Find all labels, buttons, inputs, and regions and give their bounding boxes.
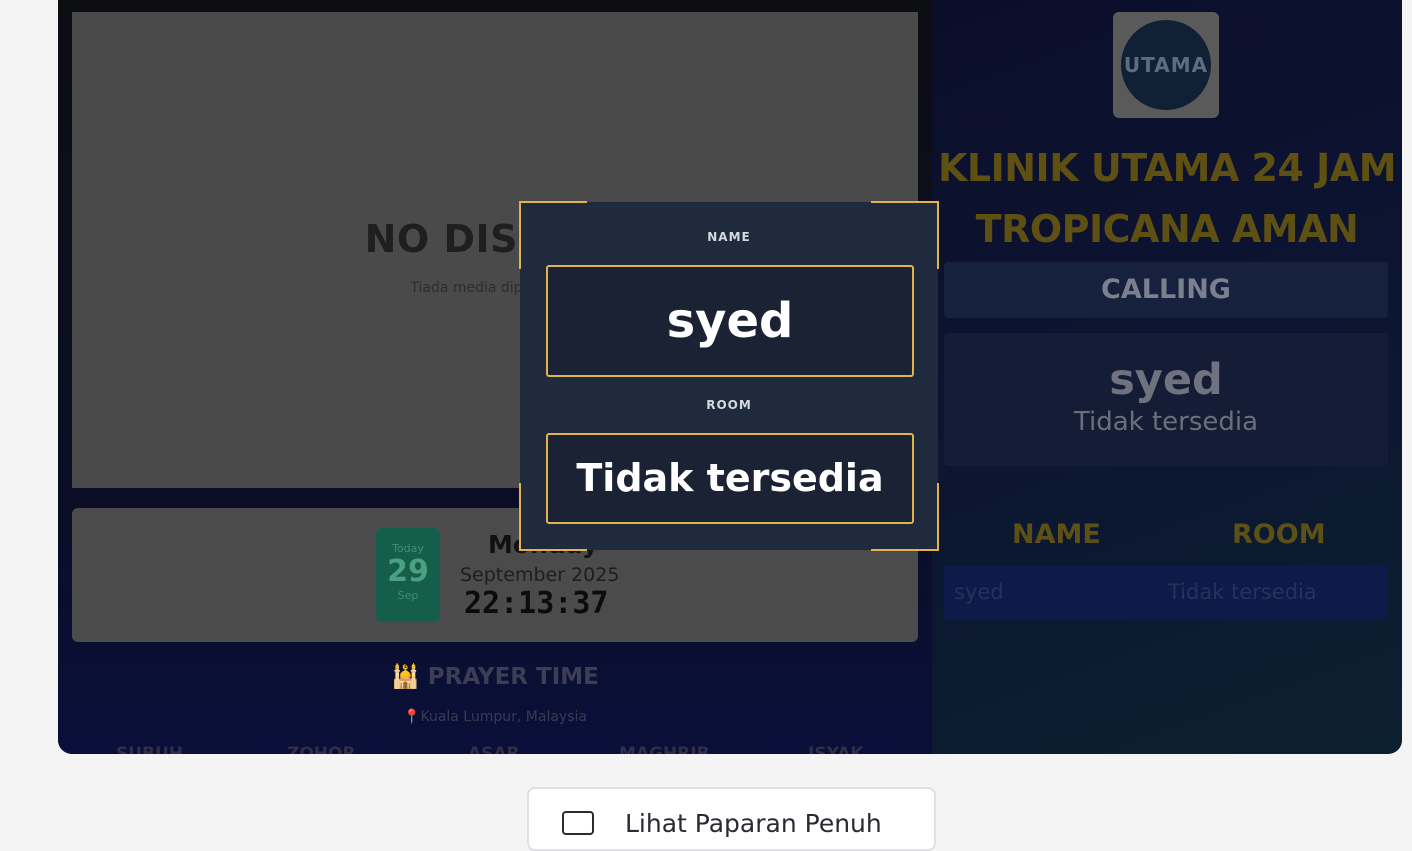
day-number: 29 — [387, 554, 429, 589]
queue-table-header: NAME ROOM — [944, 519, 1388, 555]
month-short: Sep — [397, 589, 419, 602]
row-room: Tidak tersedia — [1168, 580, 1317, 604]
call-popup: NAME syed ROOM Tidak tersedia — [519, 201, 939, 551]
popup-room-value: Tidak tersedia — [546, 433, 914, 524]
prayer-names-row: SUBUH ZOHOR ASAR MAGHRIB ISYAK — [58, 744, 932, 754]
prayer-name: MAGHRIB — [619, 744, 710, 754]
clinic-logo: UTAMA — [1113, 12, 1219, 118]
current-call-card: syed Tidak tersedia — [944, 333, 1388, 466]
prayer-name: ASAR — [468, 744, 520, 754]
popup-name-value: syed — [546, 265, 914, 377]
prayer-name: SUBUH — [116, 744, 184, 754]
row-name: syed — [954, 580, 1004, 604]
prayer-name: ISYAK — [808, 744, 864, 754]
today-badge: Today 29 Sep — [376, 528, 440, 622]
prayer-name: ZOHOR — [287, 744, 356, 754]
clinic-name: KLINIK UTAMA 24 JAM TROPICANA AMAN — [937, 146, 1397, 251]
prayer-location: 📍Kuala Lumpur, Malaysia — [403, 709, 587, 725]
popup-room-label: ROOM — [706, 398, 752, 412]
current-patient-name: syed — [1109, 355, 1223, 405]
prayer-time-title: 🕌 PRAYER TIME — [391, 664, 599, 690]
full-view-label: Lihat Paparan Penuh — [625, 809, 882, 838]
monitor-icon — [562, 811, 594, 835]
table-row: syed Tidak tersedia — [944, 566, 1388, 620]
popup-name-label: NAME — [707, 230, 751, 244]
logo-emblem: UTAMA — [1121, 20, 1211, 110]
calling-header: CALLING — [944, 262, 1388, 318]
clock: 22:13:37 — [464, 586, 609, 621]
column-header-name: NAME — [1012, 519, 1101, 550]
current-room: Tidak tersedia — [1073, 407, 1259, 437]
column-header-room: ROOM — [1232, 519, 1326, 550]
right-panel: UTAMA KLINIK UTAMA 24 JAM TROPICANA AMAN… — [932, 0, 1402, 754]
full-view-button[interactable]: Lihat Paparan Penuh — [527, 787, 936, 851]
month-year: September 2025 — [460, 564, 620, 586]
